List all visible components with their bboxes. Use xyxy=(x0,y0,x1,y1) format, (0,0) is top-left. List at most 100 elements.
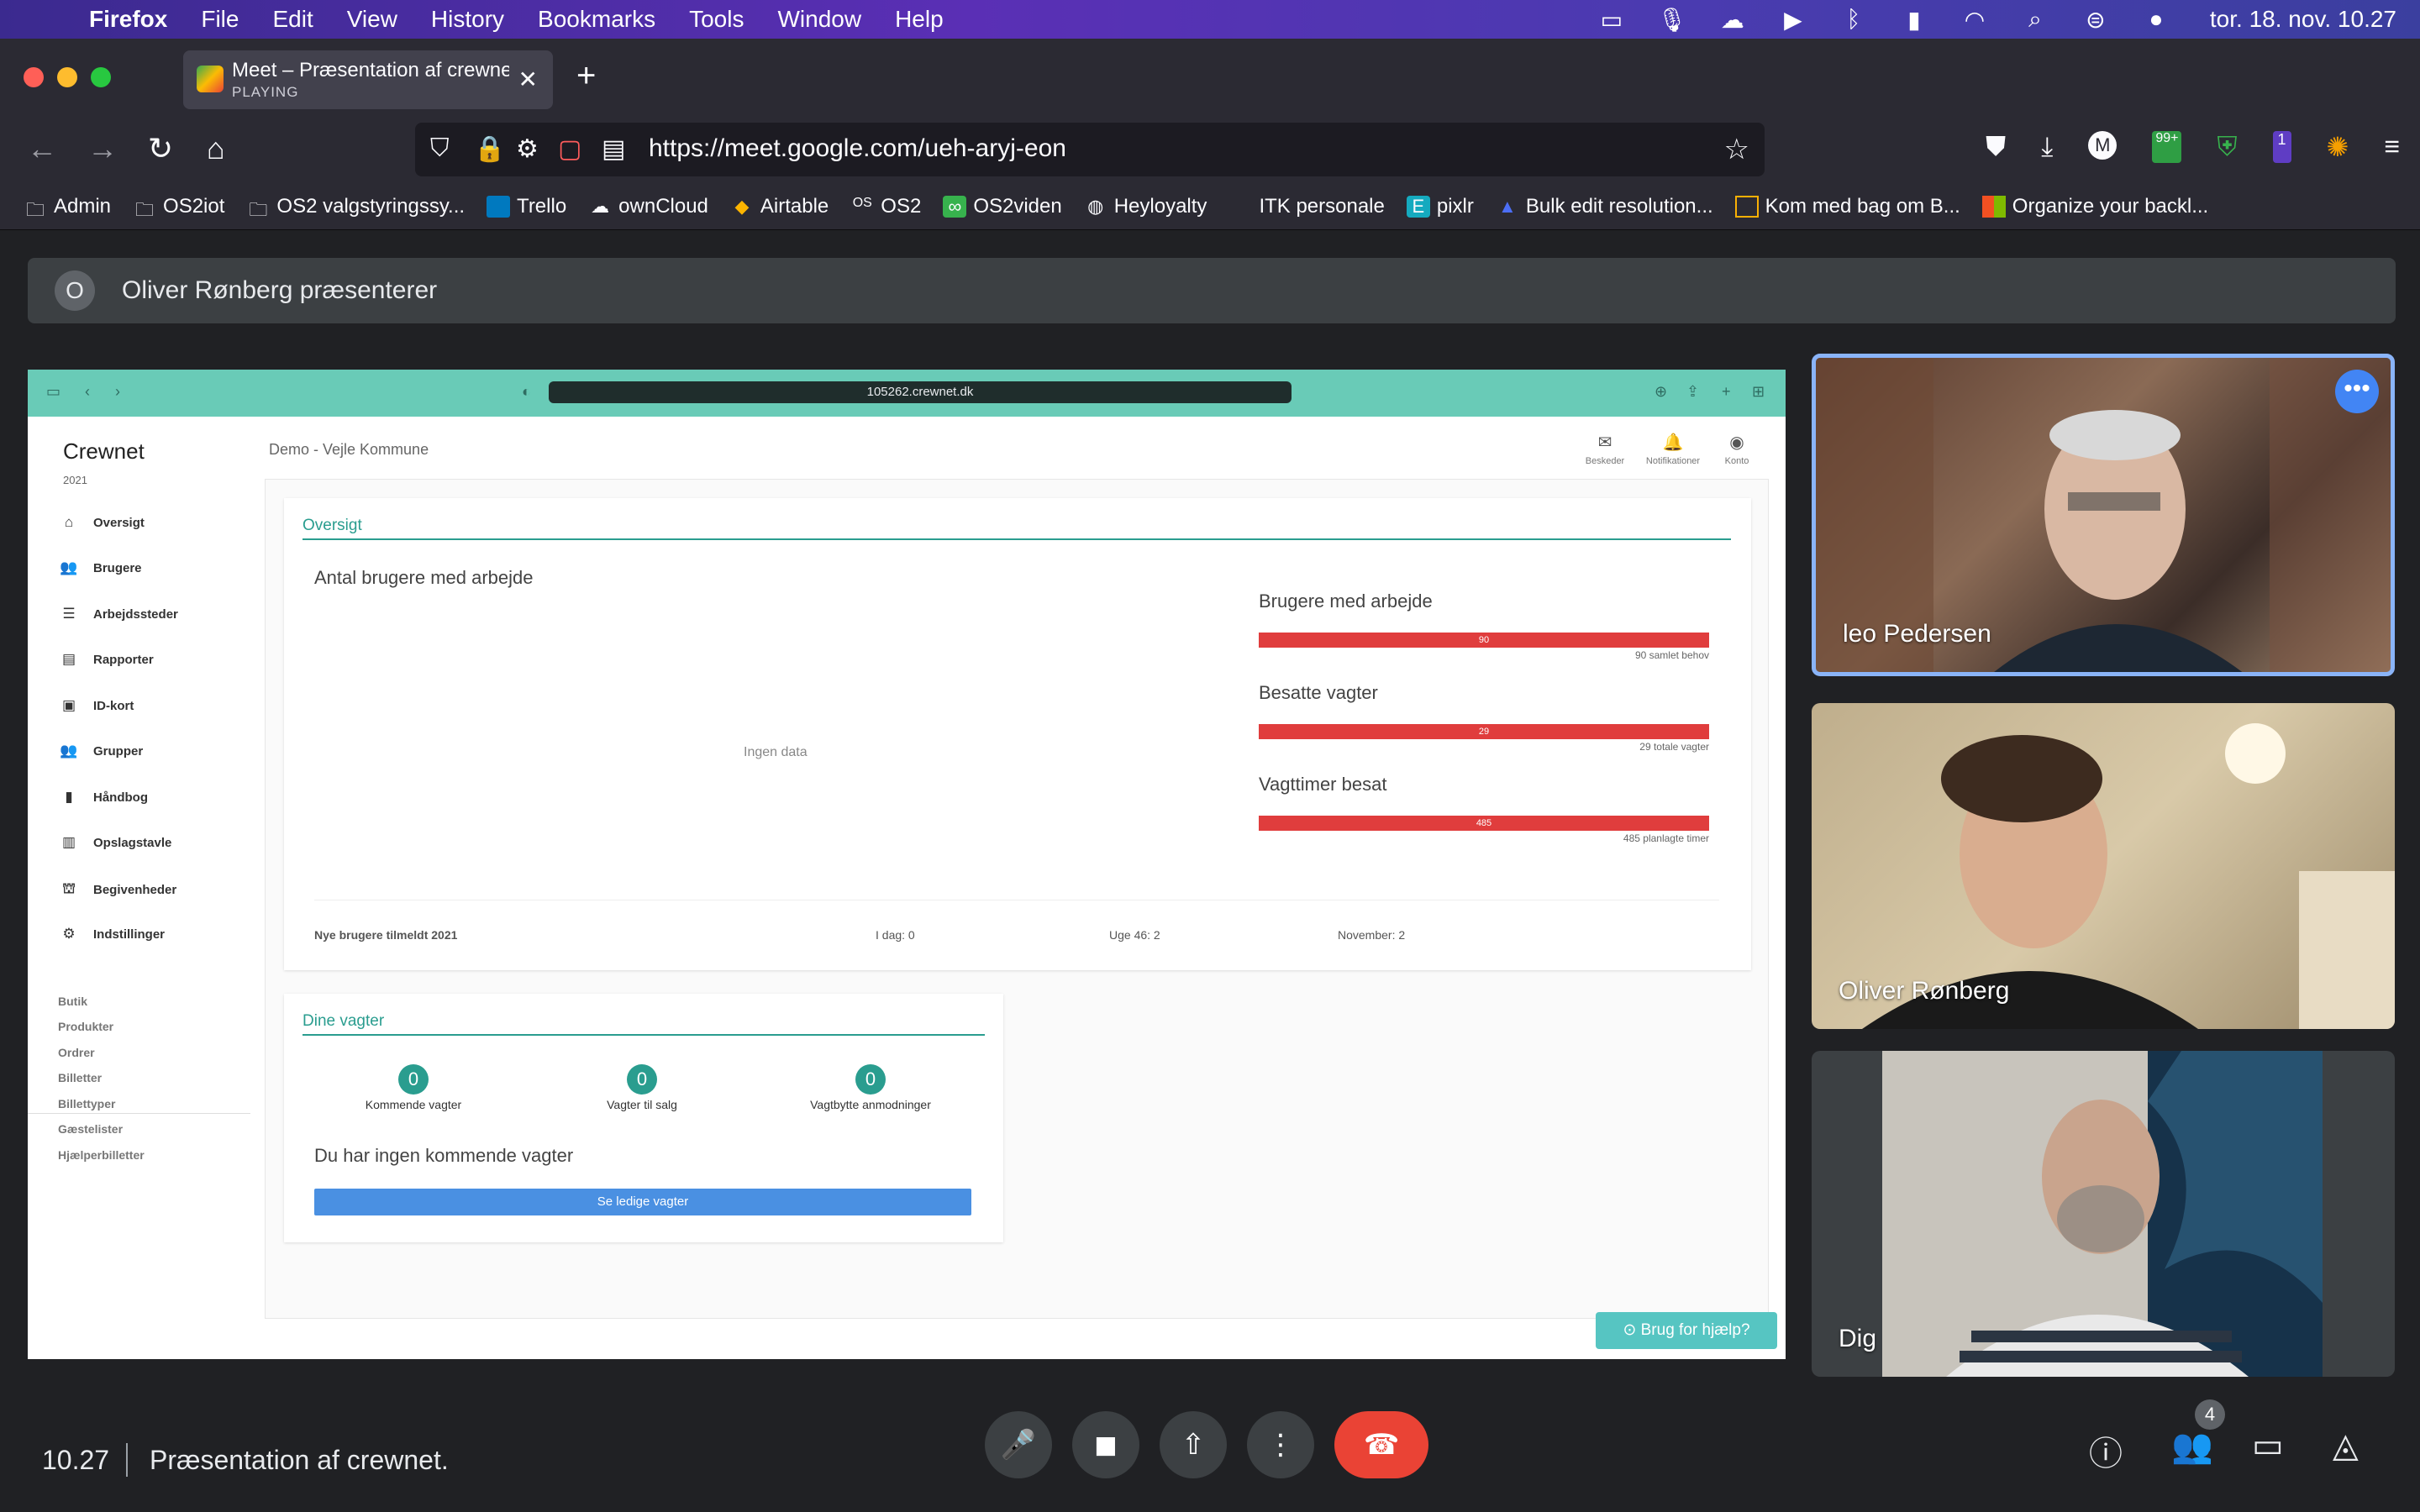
stat-label: Vagttimer besat xyxy=(1259,774,1387,795)
bookmark-item[interactable]: Epixlr xyxy=(1406,194,1474,218)
bookmark-item[interactable]: ◍ Heyloyalty xyxy=(1084,195,1207,218)
bookmark-item[interactable]: Trello xyxy=(487,195,566,218)
menu-view[interactable]: View xyxy=(347,6,397,33)
meeting-details-icon[interactable]: ⓘ xyxy=(2089,1426,2123,1475)
microphone-toggle-button[interactable]: 🎤 xyxy=(985,1411,1052,1478)
bookmark-item[interactable]: 🗀 Admin xyxy=(24,195,111,220)
minimize-window-button[interactable] xyxy=(57,67,77,87)
zoom-window-button[interactable] xyxy=(91,67,111,87)
bluetooth-icon[interactable]: ᛒ xyxy=(1839,6,1869,33)
organization-name: Demo - Vejle Kommune xyxy=(269,441,429,458)
app-menu-icon[interactable]: ≡ xyxy=(2384,131,2400,163)
os2viden-icon: ∞ xyxy=(943,195,967,218)
chat-icon[interactable]: ▭ xyxy=(2252,1426,2284,1465)
color-picker-extension-icon[interactable]: ✺ xyxy=(2327,131,2349,163)
bookmark-item[interactable]: ☁ ownCloud xyxy=(588,195,708,218)
siri-icon[interactable]: ● xyxy=(2141,6,2171,33)
crewnet-brand: Crewnet xyxy=(63,438,145,464)
bookmark-item[interactable]: ▲ Bulk edit resolution... xyxy=(1496,195,1713,218)
self-view-tile[interactable]: Dig xyxy=(1812,1051,2395,1377)
shield-extension-icon[interactable]: ⛨ xyxy=(2217,131,2237,163)
home-icon[interactable]: ⌂ xyxy=(207,131,225,166)
menu-file[interactable]: File xyxy=(201,6,239,33)
microphone-status-icon[interactable]: 🎙 xyxy=(1657,6,1687,34)
menu-history[interactable]: History xyxy=(431,6,504,33)
nav-label: Indstillinger xyxy=(93,927,166,942)
reader-icon[interactable]: ▤ xyxy=(602,134,625,164)
download-icon: ⊕ xyxy=(1655,383,1668,400)
back-icon[interactable]: ← xyxy=(27,131,57,166)
present-screen-button[interactable]: ⇧ xyxy=(1160,1411,1227,1478)
forward-icon: › xyxy=(115,383,120,400)
menu-edit[interactable]: Edit xyxy=(272,6,313,33)
bookmark-item[interactable]: Kom med bag om B... xyxy=(1734,195,1960,218)
account-avatar[interactable]: M xyxy=(2088,131,2118,160)
leave-call-button[interactable]: ☎ xyxy=(1334,1411,1428,1478)
counter-value: 0 xyxy=(627,1064,657,1095)
pocket-icon[interactable]: ⛊ xyxy=(1986,131,2006,163)
extension-badge[interactable]: 99+ xyxy=(2152,131,2182,163)
tracking-protection-icon[interactable]: ⛉ xyxy=(430,134,450,163)
more-options-icon[interactable]: ••• xyxy=(2335,370,2379,413)
downloads-icon[interactable]: ⤓ xyxy=(2041,131,2053,163)
spotlight-search-icon[interactable]: ⌕ xyxy=(2020,6,2050,34)
shop-link: Produkter xyxy=(58,1020,114,1033)
address-bar[interactable]: ⛉ 🔒 ⚙ ▢ ▤ https://meet.google.com/ueh-ar… xyxy=(415,123,1765,176)
wifi-icon[interactable]: ◠ xyxy=(1960,6,1990,34)
more-options-button[interactable]: ⋮ xyxy=(1247,1411,1314,1478)
messages-shortcut: ✉ Beskeder xyxy=(1576,432,1634,466)
participant-tile[interactable]: ••• leo Pedersen xyxy=(1812,354,2395,676)
os2-icon: OS xyxy=(852,195,872,210)
stat-note: 485 planlagte timer xyxy=(1623,832,1709,844)
bookmark-item[interactable]: Organize your backl... xyxy=(1981,195,2208,218)
permissions-icon[interactable]: ⚙ xyxy=(516,134,539,164)
no-shifts-text: Du har ingen kommende vagter xyxy=(314,1145,574,1166)
tab-meet[interactable]: Meet – Præsentation af crewnet. PLAYING … xyxy=(183,50,553,109)
play-icon[interactable]: ▶ xyxy=(1778,6,1808,34)
bookmark-item[interactable]: 🗀 OS2 valgstyringssy... xyxy=(246,195,465,220)
bookmark-label: Heyloyalty xyxy=(1113,194,1207,218)
notification-extension-badge[interactable]: 1 xyxy=(2272,131,2291,163)
site-icon xyxy=(1734,195,1759,218)
close-window-button[interactable] xyxy=(24,67,44,87)
airtable-icon: ◆ xyxy=(734,195,750,217)
menu-app-name[interactable]: Firefox xyxy=(89,6,167,33)
bookmark-item[interactable]: ITK personale xyxy=(1228,195,1384,218)
menu-bookmarks[interactable]: Bookmarks xyxy=(538,6,655,33)
camera-status-icon[interactable]: ▭ xyxy=(1597,6,1627,34)
close-tab-icon[interactable]: ✕ xyxy=(518,66,538,93)
new-users-month: November: 2 xyxy=(1338,928,1406,942)
people-icon[interactable]: 👥 xyxy=(2171,1426,2213,1466)
bookmark-item[interactable]: 🗀 OS2iot xyxy=(133,195,224,220)
bookmark-item[interactable]: ◆ Airtable xyxy=(730,195,829,218)
participant-tile[interactable]: Oliver Rønberg xyxy=(1812,703,2395,1029)
bookmark-item[interactable]: ∞ OS2viden xyxy=(943,195,1062,218)
battery-icon[interactable]: ▮ xyxy=(1899,6,1929,34)
id-badge-icon: ▣ xyxy=(61,697,76,713)
bookmark-label: Bulk edit resolution... xyxy=(1525,194,1713,218)
menu-tools[interactable]: Tools xyxy=(689,6,744,33)
control-center-icon[interactable]: ⊜ xyxy=(2081,6,2111,34)
bookmark-item[interactable]: OS OS2 xyxy=(850,195,922,218)
lock-icon[interactable]: 🔒 xyxy=(474,134,505,164)
camera-sharing-icon[interactable]: ▢ xyxy=(558,134,581,164)
url-text[interactable]: https://meet.google.com/ueh-aryj-eon xyxy=(649,134,1066,163)
cloud-sync-icon[interactable]: ☁ xyxy=(1718,6,1748,34)
reload-icon[interactable]: ↻ xyxy=(148,131,173,166)
bookmark-star-icon[interactable]: ☆ xyxy=(1724,133,1749,166)
shop-link: Billetter xyxy=(58,1071,103,1084)
window-controls xyxy=(24,67,111,87)
new-tab-icon[interactable]: + xyxy=(576,57,596,95)
forward-icon[interactable]: → xyxy=(87,131,118,166)
menubar-clock[interactable]: tor. 18. nov. 10.27 xyxy=(2210,6,2396,33)
bookmark-label: ITK personale xyxy=(1259,194,1385,218)
menu-window[interactable]: Window xyxy=(777,6,861,33)
activities-icon[interactable]: ◬ xyxy=(2333,1426,2359,1465)
home-icon: ⌂ xyxy=(64,514,74,530)
board-icon: ▥ xyxy=(61,834,76,850)
menu-help[interactable]: Help xyxy=(895,6,944,33)
bookmark-label: pixlr xyxy=(1436,194,1474,218)
camera-toggle-button[interactable]: ◼ xyxy=(1072,1411,1139,1478)
overview-card: Oversigt Antal brugere med arbejde Ingen… xyxy=(284,498,1751,970)
new-users-today: I dag: 0 xyxy=(876,928,915,942)
